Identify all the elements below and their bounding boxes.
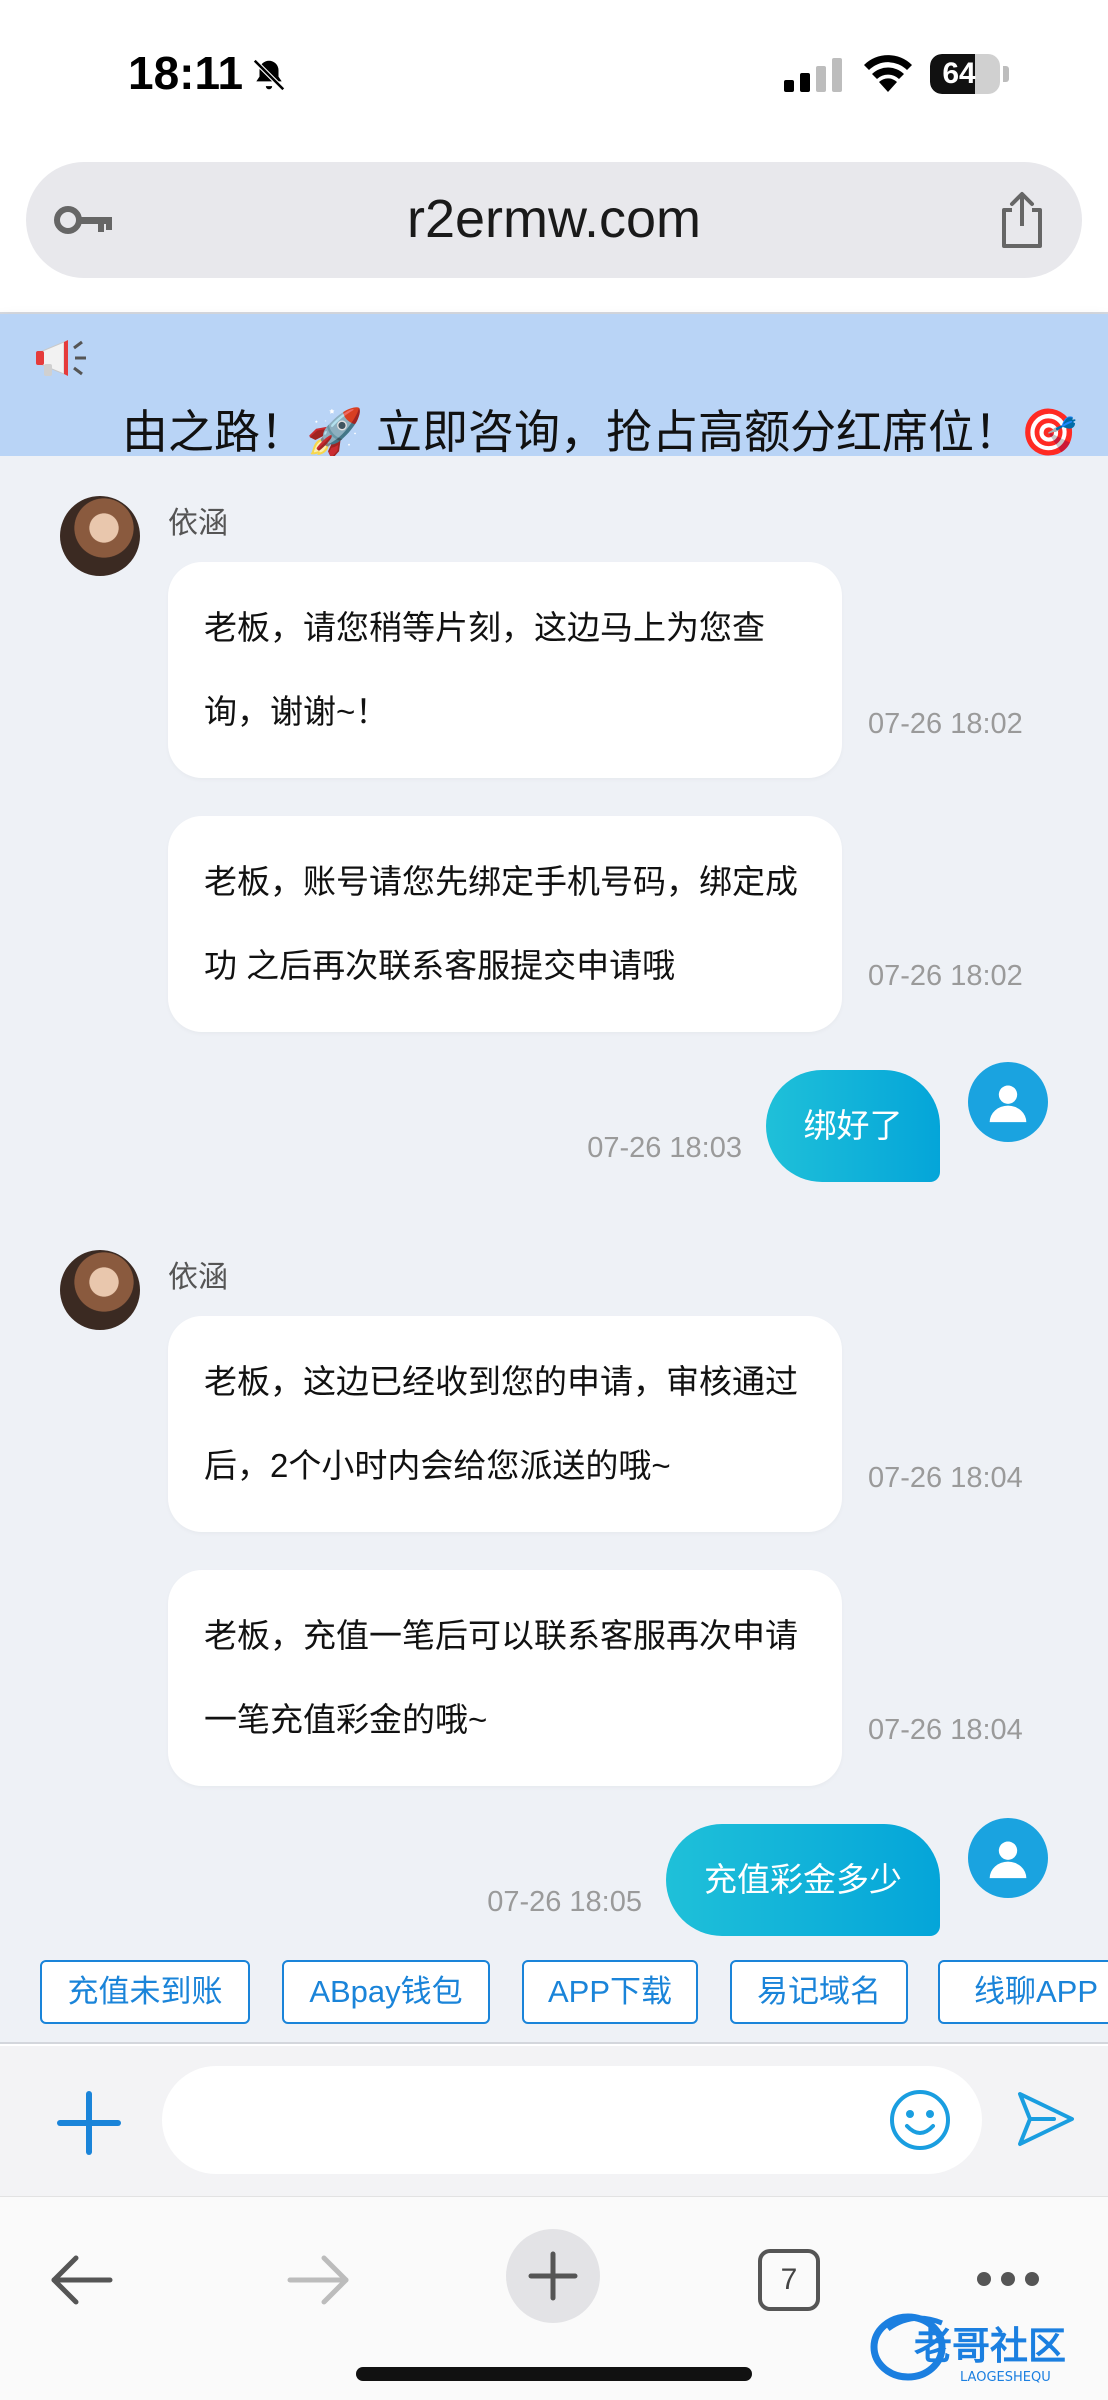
user-avatar[interactable] xyxy=(968,1062,1048,1142)
message-time: 07-26 18:02 xyxy=(868,960,1023,992)
battery-tip xyxy=(1003,66,1009,82)
new-tab-button[interactable] xyxy=(506,2229,600,2323)
battery-icon: 64 xyxy=(930,54,1000,94)
bell-off-icon xyxy=(253,59,285,91)
watermark-logo: 老哥社区 LAOGESHEQU xyxy=(870,2313,1066,2385)
quick-reply-button[interactable]: APP下载 xyxy=(522,1960,698,2024)
chat-area[interactable]: 依涵 老板，请您稍等片刻，这边马上为您查询，谢谢~！ 07-26 18:02 老… xyxy=(0,456,1108,1944)
quick-reply-button[interactable]: 线聊APP xyxy=(938,1960,1108,2024)
agent-message-bubble[interactable]: 老板，账号请您先绑定手机号码，绑定成功 之后再次联系客服提交申请哦 xyxy=(168,816,842,1032)
agent-message-bubble[interactable]: 老板，请您稍等片刻，这边马上为您查询，谢谢~！ xyxy=(168,562,842,778)
message-time: 07-26 18:04 xyxy=(868,1714,1023,1746)
forward-arrow-icon[interactable] xyxy=(286,2253,352,2307)
user-icon xyxy=(989,1085,1027,1123)
send-icon[interactable] xyxy=(1014,2088,1076,2150)
message-time: 07-26 18:02 xyxy=(868,708,1023,740)
status-time: 18:11 xyxy=(128,47,244,99)
message-input-bar xyxy=(0,2046,1108,2196)
megaphone-icon xyxy=(36,340,86,376)
share-icon[interactable] xyxy=(996,190,1048,250)
sender-name: 依涵 xyxy=(168,507,228,540)
quick-reply-button[interactable]: ABpay钱包 xyxy=(282,1960,490,2024)
emoji-icon[interactable] xyxy=(888,2088,952,2152)
status-bar: 18:11 64 xyxy=(0,0,1108,150)
home-indicator xyxy=(356,2367,752,2381)
agent-message-bubble[interactable]: 老板，这边已经收到您的申请，审核通过后，2个小时内会给您派送的哦~ xyxy=(168,1316,842,1532)
user-message-bubble[interactable]: 充值彩金多少 xyxy=(666,1824,940,1936)
message-time: 07-26 18:04 xyxy=(868,1462,1023,1494)
banner-marquee-text: 由之路！🚀 立即咨询，抢占高额分红席位！🎯 xyxy=(122,406,1078,456)
address-bar[interactable]: r2ermw.com xyxy=(26,162,1082,278)
user-icon xyxy=(989,1841,1027,1879)
user-message-bubble[interactable]: 绑好了 xyxy=(766,1070,940,1182)
message-input[interactable] xyxy=(162,2066,982,2174)
quick-reply-bar: 充值未到账 ABpay钱包 APP下载 易记域名 线聊APP xyxy=(0,1944,1108,2044)
message-time: 07-26 18:05 xyxy=(487,1886,642,1918)
quick-reply-button[interactable]: 易记域名 xyxy=(730,1960,908,2024)
url-text[interactable]: r2ermw.com xyxy=(26,188,1082,250)
message-time: 07-26 18:03 xyxy=(587,1132,742,1164)
new-tab-icon xyxy=(528,2251,578,2301)
wifi-icon xyxy=(864,55,912,92)
agent-message-bubble[interactable]: 老板，充值一笔后可以联系客服再次申请一笔充值彩金的哦~ xyxy=(168,1570,842,1786)
browser-toolbar: 7 老哥社区 LAOGESHEQU xyxy=(0,2196,1108,2400)
back-arrow-icon[interactable] xyxy=(48,2253,114,2307)
announcement-banner: 由之路！🚀 立即咨询，抢占高额分红席位！🎯 xyxy=(0,314,1108,456)
agent-avatar[interactable] xyxy=(60,1250,140,1330)
battery-level: 64 xyxy=(942,57,976,90)
quick-reply-button[interactable]: 充值未到账 xyxy=(40,1960,250,2024)
watermark-subtext: LAOGESHEQU xyxy=(960,2370,1051,2385)
watermark-text: 老哥社区 xyxy=(914,2324,1066,2368)
plus-icon[interactable] xyxy=(56,2090,122,2156)
more-icon[interactable] xyxy=(976,2269,1040,2289)
tabs-icon[interactable]: 7 xyxy=(758,2249,820,2311)
agent-avatar[interactable] xyxy=(60,496,140,576)
sender-name: 依涵 xyxy=(168,1261,228,1294)
user-avatar[interactable] xyxy=(968,1818,1048,1898)
signal-icon xyxy=(784,58,842,92)
